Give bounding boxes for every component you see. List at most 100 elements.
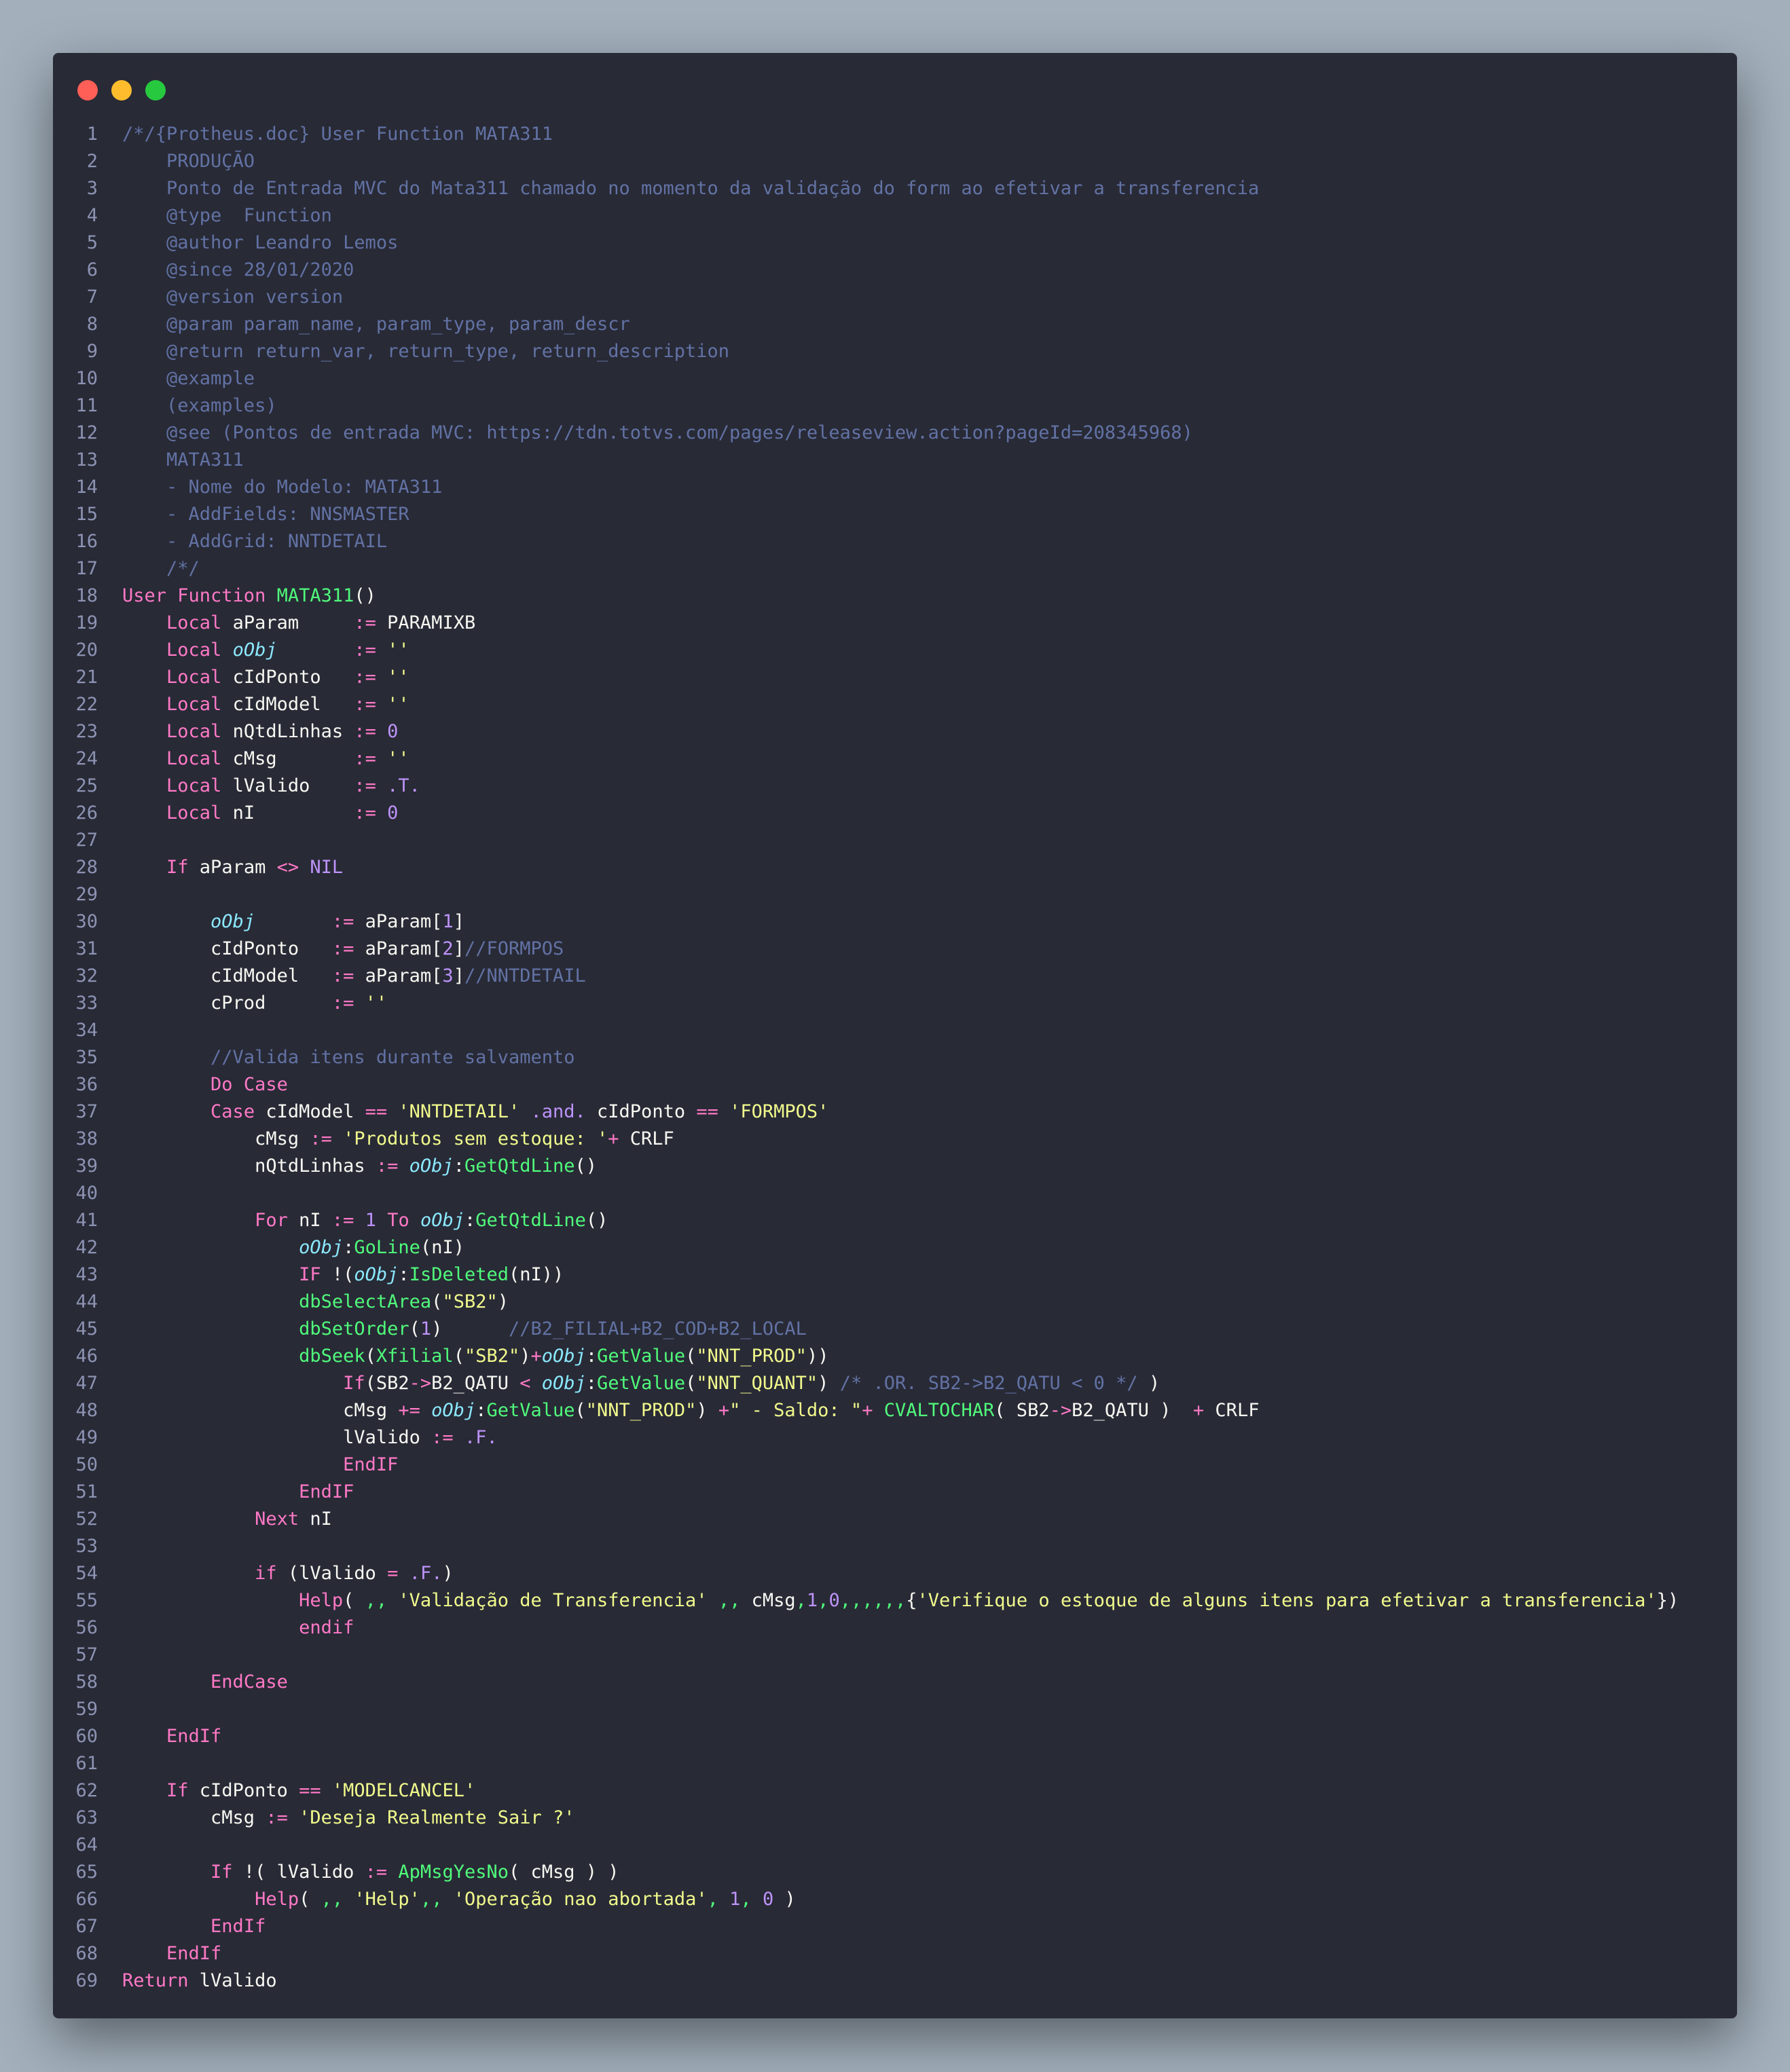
code-token: ,, [718, 1590, 741, 1611]
code-token: := [331, 993, 354, 1014]
code-token: cIdPonto [188, 1780, 299, 1801]
code-token: PARAMIXB [376, 612, 476, 633]
line-source: - Nome do Modelo: MATA311 [98, 474, 442, 501]
code-token: nI [221, 802, 354, 824]
code-token: aParam[ [354, 965, 443, 986]
minimize-window-icon[interactable] [111, 80, 132, 100]
code-token: ) [431, 1318, 509, 1339]
code-token: .F. [409, 1563, 443, 1584]
line-source: cMsg := 'Produtos sem estoque: '+ CRLF [98, 1126, 674, 1153]
code-token: nI [299, 1509, 332, 1530]
code-line: 40 [53, 1180, 1737, 1207]
line-source: - AddFields: NNSMASTER [98, 501, 409, 528]
code-token: //Valida itens durante salvamento [122, 1047, 575, 1068]
line-number: 54 [75, 1563, 98, 1584]
code-token: 0 [387, 721, 399, 742]
line-number: 14 [75, 477, 98, 498]
code-token: := [354, 667, 376, 688]
code-token: Local [166, 802, 222, 824]
code-line: 16 - AddGrid: NNTDETAIL [53, 528, 1737, 555]
code-token: oObj [541, 1373, 586, 1394]
code-token: ( [343, 1590, 365, 1611]
code-token: cIdPonto [221, 667, 354, 688]
code-token: //NNTDETAIL [464, 965, 586, 986]
code-token: -> [409, 1373, 432, 1394]
code-line: 50 EndIF [53, 1451, 1737, 1479]
code-token: := [354, 694, 376, 715]
code-line: 36 Do Case [53, 1071, 1737, 1098]
code-token: dbSetOrder [299, 1318, 409, 1339]
line-number: 18 [75, 585, 98, 606]
code-line: 41 For nI := 1 To oObj:GetQtdLine() [53, 1207, 1737, 1234]
code-token: + [608, 1128, 619, 1149]
code-token: ( cMsg ) ) [508, 1862, 619, 1883]
line-source: dbSelectArea("SB2") [98, 1289, 509, 1316]
code-line: 33 cProd := '' [53, 990, 1737, 1017]
line-number: 19 [75, 612, 98, 633]
code-token: : [343, 1237, 354, 1258]
line-number: 23 [75, 721, 98, 742]
code-line: 22 Local cIdModel := '' [53, 691, 1737, 718]
code-token: ) [773, 1889, 796, 1910]
code-line: 27 [53, 827, 1737, 854]
line-source: if (lValido = .F.) [98, 1560, 454, 1587]
code-token: '' [387, 640, 409, 661]
code-token: oObj [299, 1237, 344, 1258]
line-source: @since 28/01/2020 [98, 257, 354, 284]
code-token: ( [453, 1346, 464, 1367]
line-number: 64 [75, 1834, 98, 1855]
line-source: /*/{Protheus.doc} User Function MATA311 [98, 121, 553, 148]
code-token: (nI)) [509, 1264, 564, 1285]
code-line: 60 EndIf [53, 1723, 1737, 1750]
code-window: 1 /*/{Protheus.doc} User Function MATA311… [53, 53, 1737, 2018]
code-token: EndIf [211, 1916, 266, 1937]
line-number: 60 [75, 1726, 98, 1747]
code-token: Local [166, 640, 222, 661]
line-source: @author Leandro Lemos [98, 229, 398, 257]
code-token: If [166, 857, 189, 878]
code-token: ApMsgYesNo [398, 1862, 509, 1883]
close-window-icon[interactable] [77, 80, 98, 100]
code-token: : [464, 1210, 476, 1231]
line-source [98, 1696, 122, 1723]
code-token: @author Leandro Lemos [122, 232, 399, 253]
line-number: 26 [75, 802, 98, 824]
code-token: cMsg [221, 748, 354, 769]
code-token: if [255, 1563, 277, 1584]
maximize-window-icon[interactable] [145, 80, 166, 100]
line-source: dbSetOrder(1) //B2_FILIAL+B2_COD+B2_LOCA… [98, 1316, 807, 1343]
line-source: User Function MATA311() [98, 582, 376, 610]
line-number: 43 [75, 1264, 98, 1285]
line-number: 21 [75, 667, 98, 688]
code-token: == [299, 1780, 321, 1801]
line-source [98, 827, 122, 854]
code-token: : [585, 1346, 598, 1367]
code-token: Local [166, 748, 222, 769]
line-number: 47 [75, 1373, 98, 1394]
code-token: Local [166, 721, 222, 742]
line-number: 51 [75, 1481, 98, 1502]
code-token: lValido [122, 1427, 432, 1448]
code-token: ) [818, 1373, 840, 1394]
code-token: cIdModel [221, 694, 354, 715]
code-token: CVALTOCHAR [883, 1400, 995, 1421]
code-token: cMsg [122, 1400, 399, 1421]
code-token: cMsg [740, 1590, 796, 1611]
code-token: aParam [188, 857, 277, 878]
line-source: If aParam <> NIL [98, 854, 343, 881]
code-token: + [718, 1400, 730, 1421]
code-line: 25 Local lValido := .T. [53, 773, 1737, 800]
code-token: ( [685, 1346, 697, 1367]
code-token: IF [299, 1264, 321, 1285]
code-editor[interactable]: 1 /*/{Protheus.doc} User Function MATA311… [53, 121, 1737, 1995]
line-number: 9 [86, 341, 98, 362]
code-line: 54 if (lValido = .F.) [53, 1560, 1737, 1587]
code-token: ( [365, 1346, 376, 1367]
code-line: 18 User Function MATA311() [53, 582, 1737, 610]
